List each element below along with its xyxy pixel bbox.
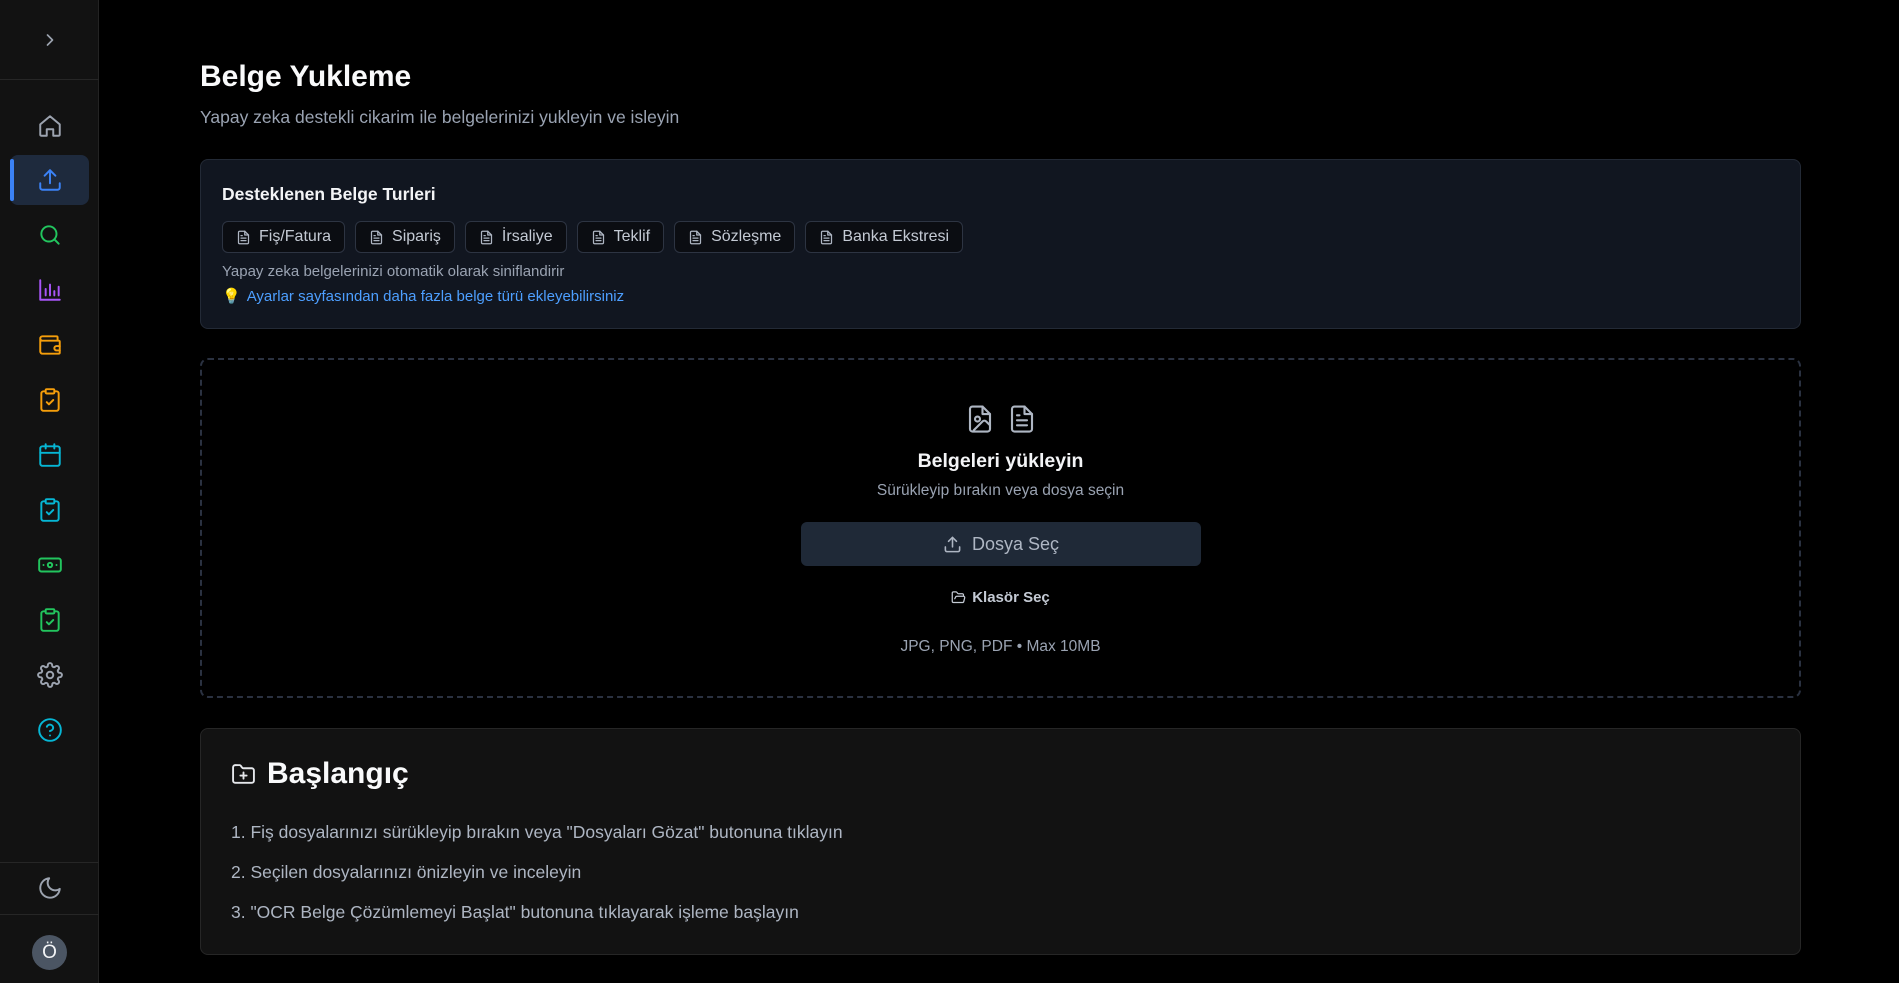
choose-folder-button[interactable]: Klasör Seç (202, 589, 1799, 606)
document-type-chip[interactable]: Banka Ekstresi (805, 221, 964, 253)
help-circle-icon (37, 718, 62, 742)
sidebar: Ö (0, 0, 99, 983)
file-image-icon (968, 405, 991, 433)
sidebar-item-tasks-orange[interactable] (10, 375, 89, 425)
getting-started-header: Başlangıç (231, 757, 409, 791)
sidebar-item-calendar[interactable] (10, 430, 89, 480)
home-icon (38, 115, 61, 137)
document-type-chips: Fiş/Fatura Sipariş İrsaliye Teklif Sözle… (222, 221, 964, 253)
sidebar-item-search[interactable] (10, 210, 89, 260)
file-text-icon (237, 230, 250, 244)
sidebar-toggle-button[interactable] (0, 0, 99, 80)
file-text-icon (592, 230, 604, 244)
getting-started-card: Başlangıç 1. Fiş dosyalarınızı sürükleyi… (200, 728, 1801, 955)
document-type-chip[interactable]: İrsaliye (464, 221, 567, 253)
clipboard-check-icon (39, 388, 60, 412)
wallet-icon (38, 335, 61, 355)
folder-open-icon (951, 591, 966, 604)
sidebar-item-analytics[interactable] (10, 265, 89, 315)
chip-label: Teklif (613, 228, 651, 245)
upload-icon (38, 169, 61, 191)
moon-icon (38, 877, 61, 899)
page-subtitle: Yapay zeka destekli cikarim ile belgeler… (200, 107, 680, 127)
chip-label: Banka Ekstresi (842, 228, 950, 245)
file-text-icon (689, 230, 702, 244)
chip-label: Sözleşme (711, 228, 782, 245)
getting-started-steps: 1. Fiş dosyalarınızı sürükleyip bırakın … (231, 822, 843, 942)
search-icon (39, 225, 60, 245)
banknote-icon (37, 557, 62, 573)
classification-note: Yapay zeka belgelerinizi otomatik olarak… (222, 263, 565, 280)
choose-file-label: Dosya Seç (971, 533, 1060, 554)
bar-chart-icon (38, 279, 61, 301)
file-text-icon (480, 230, 493, 244)
sidebar-item-home[interactable] (10, 101, 89, 151)
sidebar-item-wallet[interactable] (10, 320, 89, 370)
getting-started-title: Başlangıç (267, 757, 409, 790)
choose-file-button[interactable]: Dosya Seç (801, 522, 1201, 566)
avatar[interactable]: Ö (32, 935, 67, 970)
sidebar-divider (0, 914, 99, 915)
sidebar-divider (0, 862, 99, 863)
sidebar-item-cash[interactable] (10, 540, 89, 590)
sidebar-item-upload[interactable] (10, 155, 89, 205)
upload-dropzone[interactable]: Belgeleri yükleyin Sürükleyip bırakın ve… (200, 358, 1801, 698)
choose-folder-label: Klasör Seç (972, 589, 1050, 606)
clipboard-check-icon (39, 498, 60, 522)
sidebar-item-tasks-cyan[interactable] (10, 485, 89, 535)
document-type-chip[interactable]: Teklif (576, 221, 665, 253)
document-type-chip[interactable]: Sözleşme (674, 221, 796, 253)
sidebar-item-tasks-green[interactable] (10, 595, 89, 645)
supported-types-title: Desteklenen Belge Turleri (222, 184, 436, 204)
list-item: 3. "OCR Belge Çözümlemeyi Başlat" butonu… (231, 902, 799, 922)
file-text-icon (370, 230, 383, 244)
page-title: Belge Yukleme (200, 60, 412, 93)
sidebar-item-help[interactable] (10, 705, 89, 755)
chip-label: İrsaliye (501, 228, 553, 245)
dropzone-icons (202, 402, 1799, 436)
document-type-chip[interactable]: Fiş/Fatura (222, 221, 346, 253)
theme-toggle-button[interactable] (10, 864, 89, 912)
supported-types-card: Desteklenen Belge Turleri Fiş/Fatura Sip… (200, 159, 1801, 329)
document-type-chip[interactable]: Sipariş (355, 221, 455, 253)
upload-icon (944, 536, 961, 552)
folder-plus-icon (232, 763, 255, 784)
lightbulb-icon: 💡 (222, 288, 241, 305)
settings-hint-link[interactable]: 💡 Ayarlar sayfasından daha fazla belge t… (222, 287, 625, 306)
file-text-icon (1010, 405, 1033, 433)
chip-label: Sipariş (392, 228, 441, 245)
calendar-icon (38, 443, 61, 467)
allowed-formats: JPG, PNG, PDF • Max 10MB (900, 638, 1101, 655)
sidebar-item-settings[interactable] (10, 650, 89, 700)
chevron-right-icon (46, 33, 53, 46)
list-item: 1. Fiş dosyalarınızı sürükleyip bırakın … (231, 822, 843, 842)
dropzone-title: Belgeleri yükleyin (917, 450, 1084, 472)
file-text-icon (821, 230, 833, 244)
chip-label: Fiş/Fatura (259, 228, 332, 245)
gear-icon (36, 662, 63, 688)
settings-hint-text: Ayarlar sayfasından daha fazla belge tür… (246, 287, 625, 305)
dropzone-subtitle: Sürükleyip bırakın veya dosya seçin (876, 482, 1125, 499)
clipboard-check-icon (39, 608, 60, 632)
list-item: 2. Seçilen dosyalarınızı önizleyin ve in… (231, 862, 582, 882)
